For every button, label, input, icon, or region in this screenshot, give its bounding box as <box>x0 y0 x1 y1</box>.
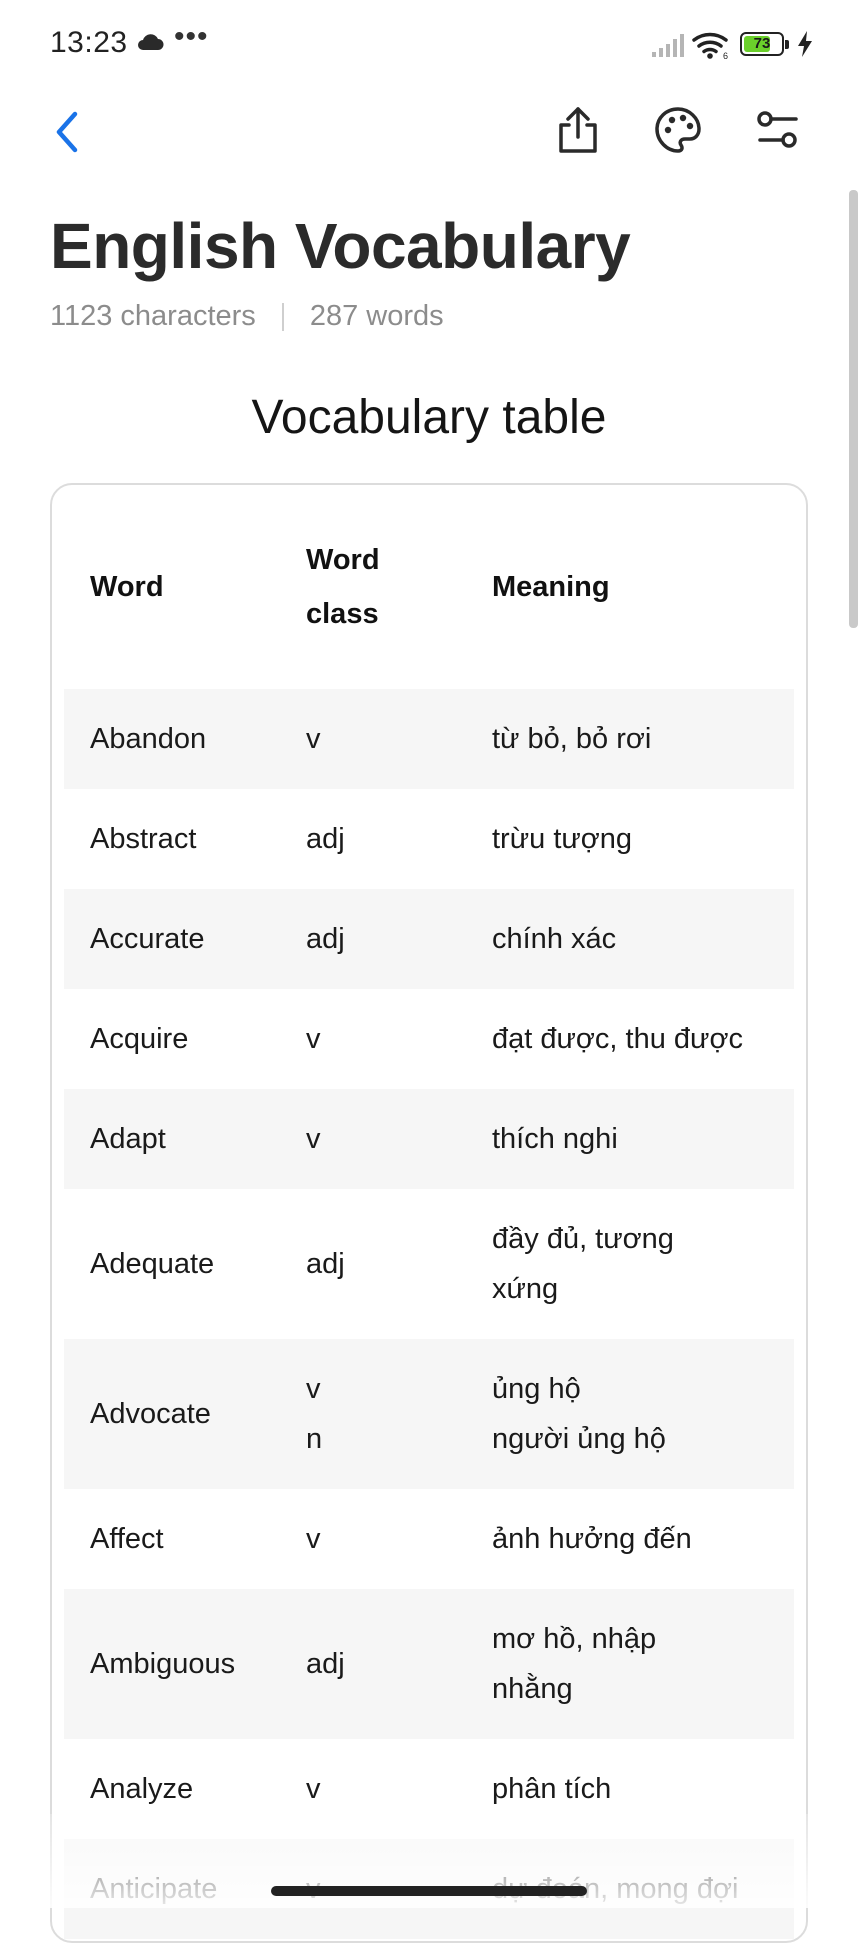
cell-word: Affect <box>90 1523 164 1555</box>
table-row: Accurate adj chính xác <box>64 889 794 989</box>
cell-word-class: adj <box>306 1248 345 1280</box>
table-row: Abandon v từ bỏ, bỏ rơi <box>64 689 794 789</box>
table-row: Acquire v đạt được, thu được <box>64 989 794 1089</box>
cell-word: Analyze <box>90 1773 194 1805</box>
table-row: Abstract adj trừu tượng <box>64 789 794 889</box>
cell-word: Abstract <box>90 823 197 855</box>
back-button[interactable] <box>38 102 98 162</box>
cell-meaning: ảnh hưởng đến <box>492 1523 692 1555</box>
more-dots-icon: ••• <box>174 20 209 53</box>
share-icon <box>559 107 597 153</box>
word-count: 287 words <box>309 300 444 332</box>
document-stats: 1123 characters 287 words <box>50 300 444 333</box>
palette-icon <box>655 107 701 153</box>
cell-meaning: mơ hồ, nhập nhằng <box>492 1623 657 1705</box>
cell-word: Adequate <box>90 1248 215 1280</box>
cell-meaning: đạt được, thu được <box>492 1023 743 1055</box>
cell-word: Anticipate <box>90 1873 218 1905</box>
cell-word-class: v <box>306 1023 321 1055</box>
back-arrow-icon <box>56 111 78 153</box>
signal-icon <box>652 34 684 57</box>
battery-level: 73 <box>753 35 771 52</box>
cell-word-class: v <box>306 1523 321 1555</box>
cell-meaning: trừu tượng <box>492 823 633 855</box>
table-row: Adequate adj đầy đủ, tương xứng <box>64 1189 794 1339</box>
section-heading: Vocabulary table <box>251 391 607 444</box>
cell-meaning: thích nghi <box>492 1123 618 1155</box>
character-count: 1123 characters <box>50 300 256 332</box>
top-toolbar <box>0 92 858 172</box>
header-word: Word <box>90 571 164 603</box>
table-row: Affect v ảnh hưởng đến <box>64 1489 794 1589</box>
header-meaning: Meaning <box>492 571 610 603</box>
wifi-icon: 6 <box>692 32 728 60</box>
cell-meaning: phân tích <box>492 1773 612 1805</box>
cell-word: Accurate <box>90 923 205 955</box>
svg-text:6: 6 <box>723 51 728 60</box>
cell-word: Abandon <box>90 723 207 755</box>
settings-sliders-icon <box>757 111 798 148</box>
cell-word-class: v <box>306 1123 321 1155</box>
cell-word-class: vn <box>306 1373 323 1455</box>
share-button[interactable] <box>548 100 608 160</box>
cell-word: Advocate <box>90 1398 211 1430</box>
table-row: Ambiguous adj mơ hồ, nhập nhằng <box>64 1589 794 1739</box>
cell-word: Adapt <box>90 1123 166 1155</box>
home-indicator[interactable] <box>271 1886 587 1896</box>
status-time: 13:23 <box>50 26 128 59</box>
cell-word: Acquire <box>90 1023 189 1055</box>
table-body: Abandon v từ bỏ, bỏ rơi Abstract adj trừu tượ… <box>64 689 794 1939</box>
cell-meaning: đầy đủ, tương xứng <box>492 1223 674 1305</box>
table-row: Advocate v n ủng hộ người ủng hộ <box>64 1339 794 1489</box>
table-header-row: Word Word class Meaning <box>64 485 794 689</box>
status-bar: 13:23 ••• 6 73 <box>0 0 858 92</box>
cell-word-class: adj <box>306 823 345 855</box>
table-row: Adapt v thích nghi <box>64 1089 794 1189</box>
stats-divider <box>281 302 284 331</box>
settings-button[interactable] <box>748 100 808 160</box>
cell-word: Ambiguous <box>90 1648 236 1680</box>
battery-icon: 73 <box>740 32 790 58</box>
charging-icon <box>798 31 812 57</box>
cell-meaning: từ bỏ, bỏ rơi <box>492 723 652 755</box>
page-title: English Vocabulary <box>50 210 631 282</box>
cell-word-class: v <box>306 723 321 755</box>
cell-meaning: ủng hộ người ủng hộ <box>492 1373 666 1455</box>
vocabulary-table: Word Word class Meaning Abandon v từ bỏ, b… <box>50 483 808 1943</box>
cell-word-class: adj <box>306 923 345 955</box>
cell-meaning: chính xác <box>492 923 617 955</box>
header-word-class: Word class <box>306 544 380 630</box>
table-row: Analyze v phân tích <box>64 1739 794 1839</box>
theme-button[interactable] <box>648 100 708 160</box>
cloud-icon <box>138 34 164 50</box>
cell-word-class: v <box>306 1773 321 1805</box>
cell-word-class: adj <box>306 1648 345 1680</box>
